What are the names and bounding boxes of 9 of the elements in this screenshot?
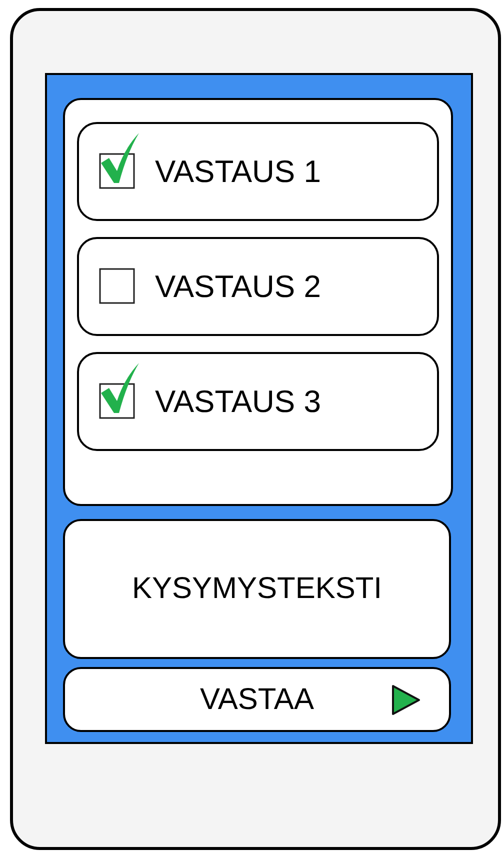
question-text: KYSYMYSTEKSTI (132, 572, 382, 606)
answer-option[interactable]: VASTAUS 1 (77, 122, 439, 221)
answer-label: VASTAUS 1 (155, 154, 321, 190)
answer-label: VASTAUS 3 (155, 384, 321, 420)
answer-option[interactable]: VASTAUS 3 (77, 352, 439, 451)
play-icon (391, 684, 421, 716)
answer-label: VASTAUS 2 (155, 268, 321, 304)
submit-button[interactable]: VASTAA (63, 667, 451, 732)
answer-option[interactable]: VASTAUS 2 (77, 237, 439, 336)
